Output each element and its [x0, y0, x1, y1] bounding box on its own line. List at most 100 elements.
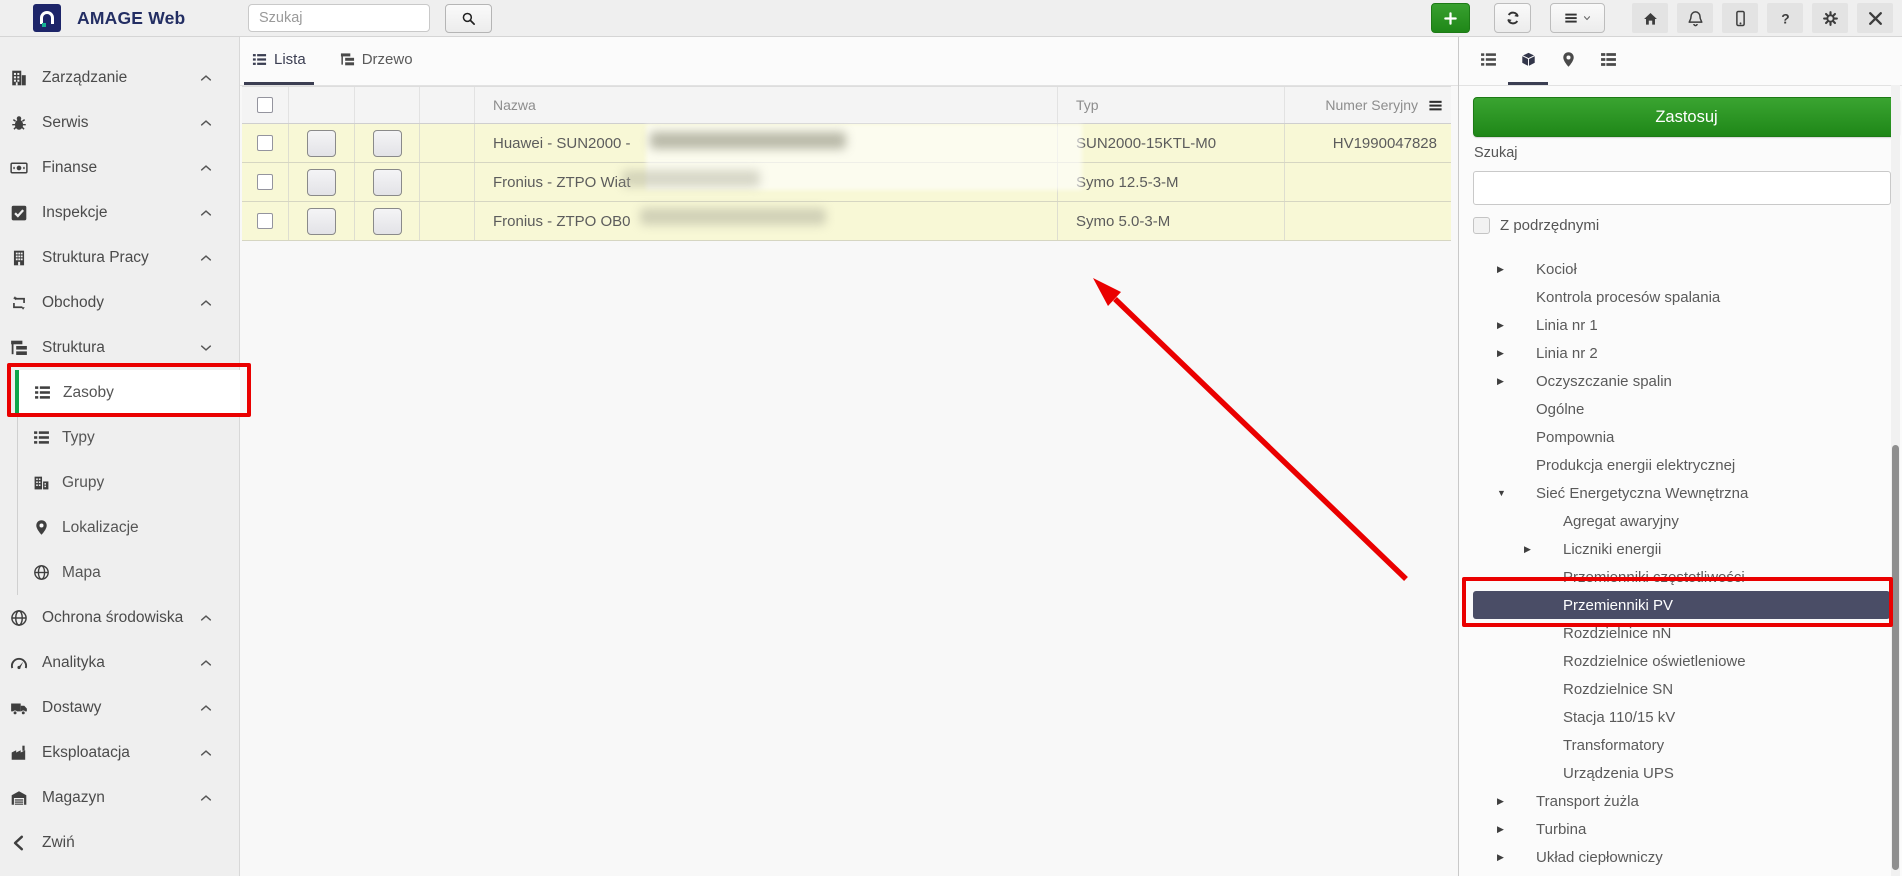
bell-button[interactable] — [1677, 3, 1713, 33]
tree-expander-icon[interactable]: ▶ — [1497, 824, 1514, 835]
chevron-up-icon — [199, 251, 213, 265]
tree-node-rozdzielnice-nn[interactable]: Rozdzielnice nN — [1473, 619, 1890, 647]
sidebar-item-zwi[interactable]: Zwiń — [0, 820, 239, 865]
panel-tab-table-list[interactable] — [1588, 37, 1628, 85]
tree-expander-icon[interactable]: ▶ — [1497, 796, 1514, 807]
refresh-button[interactable] — [1494, 3, 1531, 33]
column-header-nazwa[interactable]: Nazwa — [475, 87, 1058, 123]
magnifier-icon — [315, 176, 328, 189]
cube-icon — [1541, 598, 1556, 613]
gear-button[interactable] — [1812, 3, 1848, 33]
row-checkbox[interactable] — [257, 213, 273, 229]
sidebar-item-zarz-dzanie[interactable]: Zarządzanie — [0, 55, 239, 100]
row-checkbox[interactable] — [257, 174, 273, 190]
global-search-input[interactable] — [248, 4, 430, 32]
tree-node-label: Kontrola procesów spalania — [1536, 289, 1720, 306]
truck-icon — [10, 699, 28, 717]
sidebar-item-serwis[interactable]: Serwis — [0, 100, 239, 145]
tree-expander-icon[interactable]: ▼ — [1497, 488, 1514, 498]
sidebar-item-struktura-pracy[interactable]: Struktura Pracy — [0, 235, 239, 280]
sidebar-item-analityka[interactable]: Analityka — [0, 640, 239, 685]
menu-dropdown-button[interactable] — [1550, 3, 1605, 33]
apply-button[interactable]: Zastosuj — [1473, 97, 1900, 137]
table-row[interactable]: Fronius - ZTPO OB0 Symo 5.0-3-M — [242, 202, 1451, 241]
banknote-icon — [10, 159, 28, 177]
tree-node-agregat-awaryjny[interactable]: Agregat awaryjny — [1473, 507, 1890, 535]
home-button[interactable] — [1632, 3, 1668, 33]
row-detail-button[interactable] — [307, 169, 336, 196]
panel-tab-map-pin[interactable] — [1548, 37, 1588, 85]
with-children-option[interactable]: Z podrzędnymi — [1473, 217, 1599, 234]
chevron-up-icon — [199, 611, 213, 625]
add-button[interactable] — [1431, 3, 1470, 33]
sidebar-item-struktura[interactable]: Struktura — [0, 325, 239, 370]
sidebar-item-typy[interactable]: Typy — [18, 415, 239, 460]
sidebar-item-mapa[interactable]: Mapa — [18, 550, 239, 595]
tree-expander-icon[interactable]: ▶ — [1497, 320, 1514, 331]
panel-search-input[interactable] — [1473, 171, 1891, 205]
sidebar-item-ochrona-rodowiska[interactable]: Ochrona środowiska — [0, 595, 239, 640]
tree-node-oczyszczanie-spalin[interactable]: ▶ Oczyszczanie spalin — [1473, 367, 1890, 395]
close-button[interactable] — [1857, 3, 1893, 33]
tree-node-transformatory[interactable]: Transformatory — [1473, 731, 1890, 759]
tree-node-produkcja-energii-elektrycznej[interactable]: Produkcja energii elektrycznej — [1473, 451, 1890, 479]
main-tabbar: Lista Drzewo — [240, 37, 1458, 86]
tree-node-linia-nr-2[interactable]: ▶ Linia nr 2 — [1473, 339, 1890, 367]
tree-node-turbina[interactable]: ▶ Turbina — [1473, 815, 1890, 843]
global-search-button[interactable] — [445, 4, 492, 33]
tab-drzewo[interactable]: Drzewo — [332, 37, 421, 85]
tab-lista[interactable]: Lista — [244, 37, 314, 85]
tree-expander-icon[interactable]: ▶ — [1497, 376, 1514, 387]
tree-node-pompownia[interactable]: Pompownia — [1473, 423, 1890, 451]
sidebar-item-finanse[interactable]: Finanse — [0, 145, 239, 190]
tree-node-og-lne[interactable]: Ogólne — [1473, 395, 1890, 423]
row-detail-button[interactable] — [307, 130, 336, 157]
panel-tab-cube[interactable] — [1508, 37, 1548, 85]
sidebar-item-obchody[interactable]: Obchody — [0, 280, 239, 325]
tree-node-urz-dzenia-ups[interactable]: Urządzenia UPS — [1473, 759, 1890, 787]
panel-scrollbar-thumb[interactable] — [1892, 445, 1899, 870]
with-children-checkbox[interactable] — [1473, 217, 1490, 234]
tree-node-uk-ad-ciep-owniczy[interactable]: ▶ Układ ciepłowniczy — [1473, 843, 1890, 871]
sitemap-icon — [10, 339, 28, 357]
tree-node-rozdzielnice-o-wietleniowe[interactable]: Rozdzielnice oświetleniowe — [1473, 647, 1890, 675]
tree-node-kocio[interactable]: ▶ Kocioł — [1473, 255, 1890, 283]
tree-node-stacja-110-15-kv[interactable]: Stacja 110/15 kV — [1473, 703, 1890, 731]
sidebar-subitem-label: Typy — [62, 429, 95, 447]
select-all-checkbox[interactable] — [257, 97, 273, 113]
tree-node-sie-energetyczna-wewn-trzna[interactable]: ▼ Sieć Energetyczna Wewnętrzna — [1473, 479, 1890, 507]
sidebar-item-magazyn[interactable]: Magazyn — [0, 775, 239, 820]
sidebar-item-lokalizacje[interactable]: Lokalizacje — [18, 505, 239, 550]
question-button[interactable]: ? — [1767, 3, 1803, 33]
column-settings-icon[interactable] — [1428, 98, 1443, 113]
warehouse-icon — [10, 789, 28, 807]
panel-tab-list[interactable] — [1468, 37, 1508, 85]
row-menu-button[interactable] — [373, 208, 402, 235]
tree-node-przemienniki-pv[interactable]: Przemienniki PV — [1473, 591, 1890, 619]
row-menu-button[interactable] — [373, 169, 402, 196]
sidebar-item-eksploatacja[interactable]: Eksploatacja — [0, 730, 239, 775]
tree-expander-icon[interactable]: ▶ — [1497, 852, 1514, 863]
sidebar-item-inspekcje[interactable]: Inspekcje — [0, 190, 239, 235]
column-header-numer-seryjny[interactable]: Numer Seryjny — [1325, 97, 1418, 113]
tree-node-przemienniki-cz-stotliwo-ci[interactable]: Przemienniki częstotliwości — [1473, 563, 1890, 591]
sidebar-item-zasoby[interactable]: Zasoby — [15, 370, 256, 415]
tree-node-liczniki-energii[interactable]: ▶ Liczniki energii — [1473, 535, 1890, 563]
tree-expander-icon[interactable]: ▶ — [1497, 348, 1514, 359]
asset-type-icon — [441, 136, 454, 151]
tree-expander-icon[interactable]: ▶ — [1524, 544, 1541, 555]
row-menu-button[interactable] — [373, 130, 402, 157]
cube-icon — [1514, 430, 1529, 445]
row-checkbox[interactable] — [257, 135, 273, 151]
tree-node-kontrola-proces-w-spalania[interactable]: Kontrola procesów spalania — [1473, 283, 1890, 311]
tree-node-transport-u-la[interactable]: ▶ Transport żużla — [1473, 787, 1890, 815]
tree-node-rozdzielnice-sn[interactable]: Rozdzielnice SN — [1473, 675, 1890, 703]
tree-expander-icon[interactable]: ▶ — [1497, 264, 1514, 275]
tree-node-linia-nr-1[interactable]: ▶ Linia nr 1 — [1473, 311, 1890, 339]
row-detail-button[interactable] — [307, 208, 336, 235]
sidebar-item-grupy[interactable]: Grupy — [18, 460, 239, 505]
column-header-typ[interactable]: Typ — [1058, 87, 1285, 123]
cube-icon — [1514, 262, 1529, 277]
mobile-button[interactable] — [1722, 3, 1758, 33]
sidebar-item-dostawy[interactable]: Dostawy — [0, 685, 239, 730]
